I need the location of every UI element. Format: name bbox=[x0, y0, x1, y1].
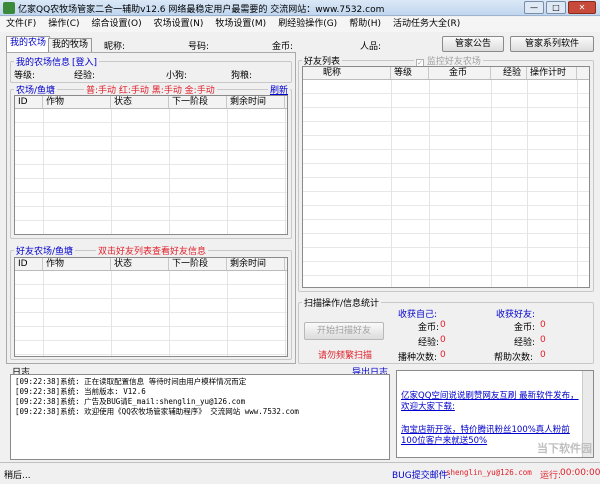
status-text: 稍后... bbox=[4, 471, 31, 481]
scan-stats-title: 扫描操作/信息统计 bbox=[302, 296, 382, 309]
plant-count-value: 0 bbox=[440, 350, 446, 360]
col-level[interactable]: 等级 bbox=[391, 67, 429, 79]
col-crop[interactable]: 作物 bbox=[43, 96, 111, 108]
my-farm-info-title: 我的农场信息 bbox=[16, 58, 71, 68]
app-icon bbox=[3, 2, 15, 14]
menu-bar: 文件(F) 操作(C) 综合设置(O) 农场设置(N) 牧场设置(M) 刷经验操… bbox=[0, 17, 600, 32]
start-scan-button[interactable]: 开始扫描好友 bbox=[304, 322, 384, 340]
log-line: [09:22:38]系统: 正在读取配置信息 等待时间由用户模样情况而定 bbox=[15, 377, 247, 386]
exp-label: 经验: bbox=[74, 71, 96, 81]
col-id[interactable]: ID bbox=[15, 96, 43, 108]
self-exp-value: 0 bbox=[440, 335, 446, 345]
plant-count-label: 播种次数: bbox=[398, 353, 438, 363]
ad-link-qzone[interactable]: 亿家QQ空间说说刷赞网友互刷 最新软件发布，欢迎大家下载: bbox=[401, 391, 581, 413]
friend-farm-hint: 双击好友列表查看好友信息 bbox=[96, 244, 209, 257]
friend-farm-grid[interactable]: ID 作物 状态 下一阶段 剩余时间 bbox=[14, 257, 288, 357]
minimize-button[interactable]: — bbox=[524, 1, 544, 14]
log-line: [09:22:38]系统: 广告及BUG请E_mail:shenglin_yu@… bbox=[15, 397, 246, 406]
level-label: 等级: bbox=[14, 71, 36, 81]
window-controls: — □ ✕ bbox=[524, 1, 596, 14]
col-status[interactable]: 状态 bbox=[111, 96, 169, 108]
friend-gold-value: 0 bbox=[540, 320, 546, 330]
self-harvest-title: 收获自己: bbox=[398, 310, 438, 320]
log-line: [09:22:38]系统: 欢迎使用《QQ农牧场管家辅助程序》 交流网站 www… bbox=[15, 407, 299, 416]
self-gold-label: 金币: bbox=[418, 323, 440, 333]
col-exp[interactable]: 经验 bbox=[491, 67, 527, 79]
farm-grid[interactable]: ID 作物 状态 下一阶段 剩余时间 bbox=[14, 95, 288, 235]
log-lines: [09:22:38]系统: 正在读取配置信息 等待时间由用户模样情况而定 [09… bbox=[15, 377, 299, 417]
status-bar: 稍后... BUG提交邮件: shenglin_yu@126.com 运行: 0… bbox=[0, 462, 600, 484]
tab-my-ranch[interactable]: 我的牧场 bbox=[48, 38, 93, 52]
menu-ranch-settings[interactable]: 牧场设置(M) bbox=[209, 17, 272, 32]
self-gold-value: 0 bbox=[440, 320, 446, 330]
help-count-value: 0 bbox=[540, 350, 546, 360]
friend-gold-label: 金币: bbox=[514, 323, 536, 333]
gold-label: 金币: bbox=[272, 42, 294, 52]
col-id[interactable]: ID bbox=[15, 258, 43, 270]
col-next-stage[interactable]: 下一阶段 bbox=[169, 258, 227, 270]
close-button[interactable]: ✕ bbox=[568, 1, 596, 14]
self-exp-label: 经验: bbox=[418, 338, 440, 348]
friend-exp-value: 0 bbox=[540, 335, 546, 345]
running-time: 00:00:00 bbox=[560, 468, 600, 478]
col-nickname[interactable]: 昵称 bbox=[303, 67, 391, 79]
notice-button[interactable]: 管家公告 bbox=[442, 36, 504, 52]
menu-general-settings[interactable]: 综合设置(O) bbox=[86, 17, 148, 32]
menu-farm-settings[interactable]: 农场设置(N) bbox=[148, 17, 210, 32]
friend-farm-grid-body bbox=[15, 271, 287, 356]
nickname-label: 昵称: bbox=[104, 42, 126, 52]
bug-email-value[interactable]: shenglin_yu@126.com bbox=[446, 468, 532, 477]
log-box[interactable]: [09:22:38]系统: 正在读取配置信息 等待时间由用户模样情况而定 [09… bbox=[10, 374, 390, 460]
col-next-stage[interactable]: 下一阶段 bbox=[169, 96, 227, 108]
friend-harvest-title: 收获好友: bbox=[496, 310, 536, 320]
friend-farm-grid-header: ID 作物 状态 下一阶段 剩余时间 bbox=[15, 258, 287, 271]
watermark: 当下软件园 bbox=[537, 442, 592, 455]
my-farm-info-legend: 我的农场信息 [登入] bbox=[14, 55, 100, 68]
popularity-label: 人品: bbox=[360, 42, 382, 52]
friends-grid-header: 昵称 等级 金币 经验 操作计时 bbox=[303, 67, 589, 80]
col-remaining-time[interactable]: 剩余时间 bbox=[227, 96, 285, 108]
menu-help[interactable]: 帮助(H) bbox=[343, 17, 387, 32]
col-status[interactable]: 状态 bbox=[111, 258, 169, 270]
col-gold[interactable]: 金币 bbox=[429, 67, 491, 79]
col-crop[interactable]: 作物 bbox=[43, 258, 111, 270]
farm-grid-header: ID 作物 状态 下一阶段 剩余时间 bbox=[15, 96, 287, 109]
menu-operation[interactable]: 操作(C) bbox=[42, 17, 85, 32]
friend-exp-label: 经验: bbox=[514, 338, 536, 348]
help-count-label: 帮助次数: bbox=[494, 353, 534, 363]
dog-label: 小狗: bbox=[166, 71, 188, 81]
col-timer[interactable]: 操作计时 bbox=[527, 67, 577, 79]
tab-my-farm[interactable]: 我的农场 bbox=[6, 36, 51, 52]
friends-grid-body bbox=[303, 80, 589, 287]
friend-farm-title: 好友农场/鱼塘 bbox=[14, 244, 76, 257]
dog-food-label: 狗粮: bbox=[231, 71, 253, 81]
menu-exp-operation[interactable]: 刷经验操作(G) bbox=[272, 17, 343, 32]
menu-tasks[interactable]: 活动任务大全(R) bbox=[387, 17, 466, 32]
login-link[interactable]: [登入] bbox=[72, 58, 97, 68]
bug-email-label: BUG提交邮件: bbox=[392, 471, 451, 481]
title-bar: 亿家QQ农牧场管家二合一辅助v12.6 网络最稳定用户最需要的 交流网站：www… bbox=[0, 0, 600, 16]
col-remaining-time[interactable]: 剩余时间 bbox=[227, 258, 285, 270]
scan-warning: 请勿频繁扫描 bbox=[318, 351, 373, 361]
running-label: 运行: bbox=[540, 471, 562, 481]
software-series-button[interactable]: 管家系列软件 bbox=[510, 36, 594, 52]
friends-grid[interactable]: 昵称 等级 金币 经验 操作计时 bbox=[302, 66, 590, 288]
maximize-button[interactable]: □ bbox=[546, 1, 566, 14]
menu-file[interactable]: 文件(F) bbox=[0, 17, 42, 32]
farm-grid-body bbox=[15, 109, 287, 234]
qq-number-label: 号码: bbox=[188, 42, 210, 52]
window-title: 亿家QQ农牧场管家二合一辅助v12.6 网络最稳定用户最需要的 交流网站：www… bbox=[18, 5, 385, 15]
log-line: [09:22:38]系统: 当前版本: V12.6 bbox=[15, 387, 146, 396]
